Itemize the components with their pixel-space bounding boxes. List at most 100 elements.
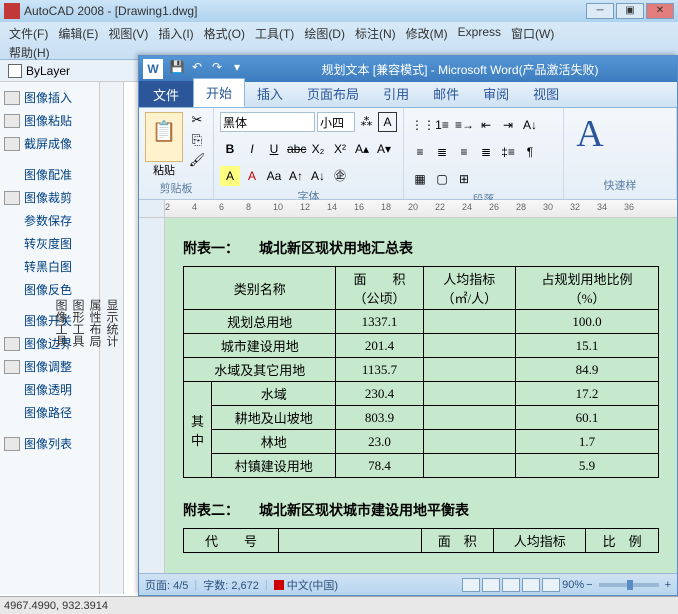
circle-char-icon[interactable]: ㊭ [330,166,350,186]
shrink-font2-icon[interactable]: A↓ [308,166,328,186]
tab-review[interactable]: 审阅 [471,80,521,107]
table-row: 水域及其它用地1135.784.9 [184,358,659,382]
menu-draw[interactable]: 绘图(D) [301,24,348,43]
menu-dim[interactable]: 标注(N) [352,24,399,43]
language-indicator[interactable]: 中文(中国) [287,577,338,593]
align-right-icon[interactable]: ≡ [454,142,474,162]
bold-button[interactable]: B [220,139,240,159]
sort-icon[interactable]: A↓ [520,115,540,135]
copy-icon[interactable]: ⎘ [187,132,207,150]
strike-button[interactable]: abc [286,139,306,159]
view-draft-icon[interactable] [542,578,560,592]
font-group: ⁂ A B I U abc X₂ X² A▴ A▾ A A Aa A [214,108,404,199]
grow-font2-icon[interactable]: A↑ [286,166,306,186]
menu-insert[interactable]: 插入(I) [155,24,196,43]
vbar-drawtools[interactable]: 图形工具 [70,92,87,554]
grow-font-icon[interactable]: A▴ [352,139,372,159]
menu-view[interactable]: 视图(V) [105,24,151,43]
align-justify-icon[interactable]: ≣ [476,142,496,162]
highlight-button[interactable]: A [220,166,240,186]
line-spacing-icon[interactable]: ‡≡ [498,142,518,162]
change-case-button[interactable]: Aa [264,166,284,186]
save-icon[interactable]: 💾 [168,60,186,78]
tab-references[interactable]: 引用 [371,80,421,107]
italic-button[interactable]: I [242,139,262,159]
word-count[interactable]: 字数: 2,672 [203,577,259,593]
menu-file[interactable]: 文件(F) [6,24,51,43]
menu-edit[interactable]: 编辑(E) [55,24,101,43]
zoom-level[interactable]: 90% [562,579,584,591]
superscript-button[interactable]: X² [330,139,350,159]
zoom-slider[interactable] [599,583,659,587]
page-indicator[interactable]: 页面: 4/5 [145,577,188,593]
vbar-layout[interactable]: 属性布局 [87,92,104,554]
ruler-corner [139,200,165,217]
th-area: 面 积（公顷） [336,267,423,310]
paste-button[interactable]: 📋 [145,112,183,162]
view-outline-icon[interactable] [522,578,540,592]
align-center-icon[interactable]: ≣ [432,142,452,162]
menu-help[interactable]: 帮助(H) [6,43,53,62]
view-print-icon[interactable] [462,578,480,592]
undo-icon[interactable]: ↶ [188,60,206,78]
grid-icon [4,91,20,105]
show-marks-icon[interactable]: ¶ [520,142,540,162]
tab-mail[interactable]: 邮件 [421,80,471,107]
outdent-icon[interactable]: ⇤ [476,115,496,135]
view-web-icon[interactable] [502,578,520,592]
acad-statusbar: 4967.4990, 932.3914 [0,596,678,614]
indent-icon[interactable]: ⇥ [498,115,518,135]
acad-titlebar: AutoCAD 2008 - [Drawing1.dwg] ─ ▣ ✕ [0,0,678,22]
tab-file[interactable]: 文件 [139,81,193,107]
view-read-icon[interactable] [482,578,500,592]
word-app-icon[interactable]: W [143,59,163,79]
paragraph-group: ⋮⋮ 1≡ ≡→ ⇤ ⇥ A↓ ≡ ≣ ≡ ≣ ‡≡ ¶ ▦ ▢ [404,108,564,199]
tab-home[interactable]: 开始 [193,78,245,107]
menu-modify[interactable]: 修改(M) [403,24,451,43]
font-size-select[interactable] [317,112,355,132]
align-left-icon[interactable]: ≡ [410,142,430,162]
numbering-icon[interactable]: 1≡ [432,115,452,135]
zoom-out-icon[interactable]: − [586,579,592,591]
tab-layout[interactable]: 页面布局 [295,80,371,107]
document-page[interactable]: 附表一：城北新区现状用地汇总表 类别名称 面 积（公顷） 人均指标（㎡/人） 占… [165,218,677,573]
th-name2 [279,529,422,553]
tab-view[interactable]: 视图 [521,80,571,107]
word-window: W 💾 ↶ ↷ ▾ 规划文本 [兼容模式] - Microsoft Word(产… [138,55,678,596]
proof-icon[interactable] [274,580,284,590]
coordinates-display: 4967.4990, 932.3914 [4,600,108,612]
cut-icon[interactable]: ✂ [187,112,207,130]
borders-icon[interactable]: ▢ [432,169,452,189]
menu-format[interactable]: 格式(O) [201,24,248,43]
bylayer-label[interactable]: ByLayer [26,64,70,78]
align-dist-icon[interactable]: ⊞ [454,169,474,189]
tab-insert[interactable]: 插入 [245,80,295,107]
menu-window[interactable]: 窗口(W) [508,24,557,43]
font-color-button[interactable]: A [242,166,262,186]
quick-style-icon[interactable]: A [570,112,610,175]
horizontal-ruler[interactable]: 24681012141618202224262830323436 [165,200,677,217]
format-painter-icon[interactable]: 🖌 [187,152,207,170]
vbar-stats[interactable]: 显示统计 [104,92,121,554]
menu-tools[interactable]: 工具(T) [252,24,297,43]
maximize-button[interactable]: ▣ [616,3,644,19]
vbar-imgtools[interactable]: 图像工具 [53,92,70,554]
shrink-font-icon[interactable]: A▾ [374,139,394,159]
minimize-button[interactable]: ─ [586,3,614,19]
underline-button[interactable]: U [264,139,284,159]
clear-format-icon[interactable]: ⁂ [357,112,376,132]
menu-express[interactable]: Express [455,24,504,43]
zoom-in-icon[interactable]: + [665,579,671,591]
multilevel-icon[interactable]: ≡→ [454,115,474,135]
redo-icon[interactable]: ↷ [208,60,226,78]
font-name-select[interactable] [220,112,315,132]
bullets-icon[interactable]: ⋮⋮ [410,115,430,135]
vertical-ruler[interactable] [139,218,165,573]
color-swatch[interactable] [8,64,22,78]
subscript-button[interactable]: X₂ [308,139,328,159]
close-button[interactable]: ✕ [646,3,674,19]
char-border-icon[interactable]: A [378,112,397,132]
shading-icon[interactable]: ▦ [410,169,430,189]
qat-dropdown-icon[interactable]: ▾ [228,60,246,78]
table-row: 村镇建设用地78.45.9 [184,454,659,478]
